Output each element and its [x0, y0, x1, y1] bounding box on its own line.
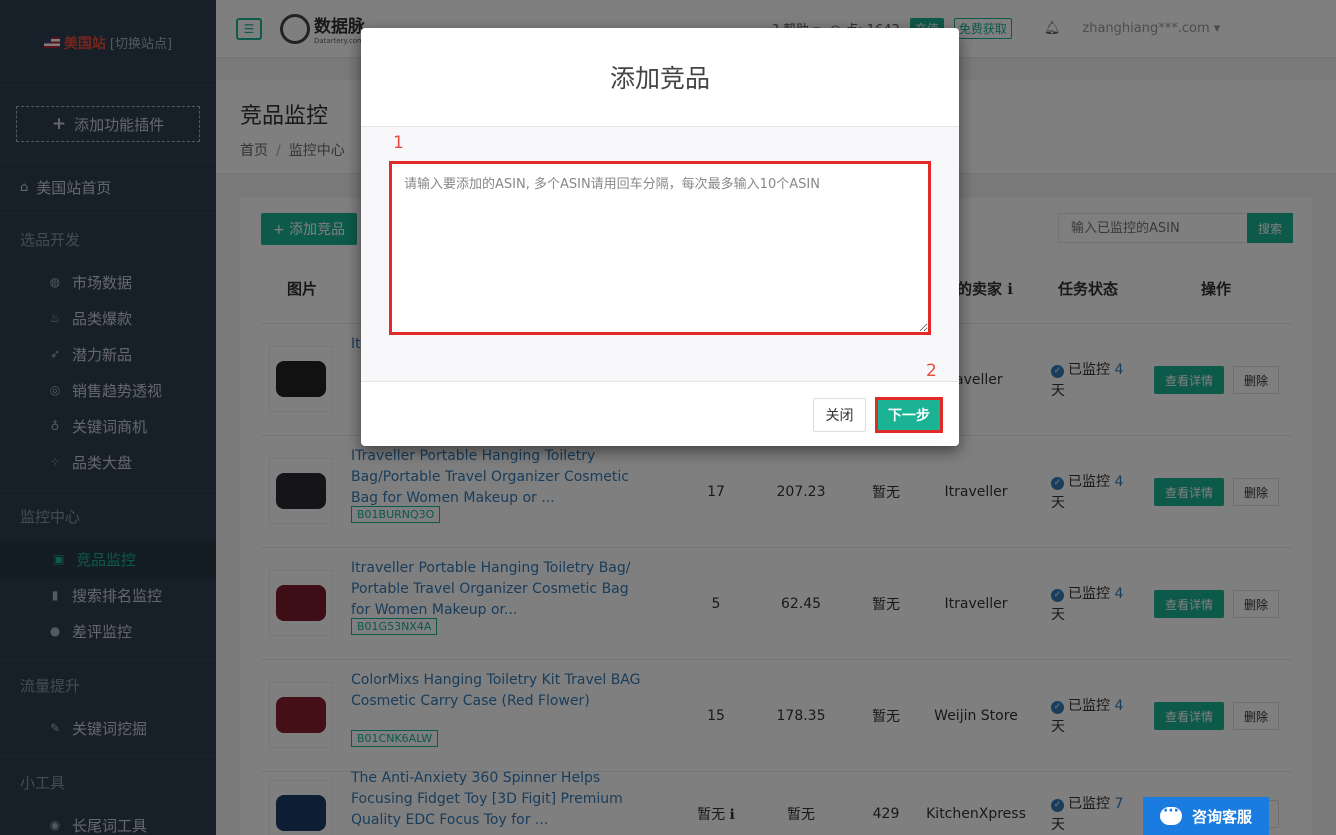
add-competitor-modal: 添加竞品 1 2 关闭 下一步	[361, 28, 959, 446]
modal-title: 添加竞品	[361, 28, 959, 127]
annotation-number-1: 1	[393, 133, 404, 153]
customer-service-label: 咨询客服	[1191, 807, 1252, 826]
next-step-button[interactable]: 下一步	[875, 397, 943, 433]
asin-textarea[interactable]	[389, 161, 931, 335]
chat-bubble-icon	[1159, 803, 1182, 825]
modal-footer: 关闭 下一步	[361, 381, 959, 446]
annotation-number-2: 2	[926, 361, 937, 381]
customer-service-button[interactable]: 咨询客服	[1143, 797, 1269, 835]
close-button[interactable]: 关闭	[813, 398, 866, 432]
modal-body: 1 2	[361, 127, 959, 381]
